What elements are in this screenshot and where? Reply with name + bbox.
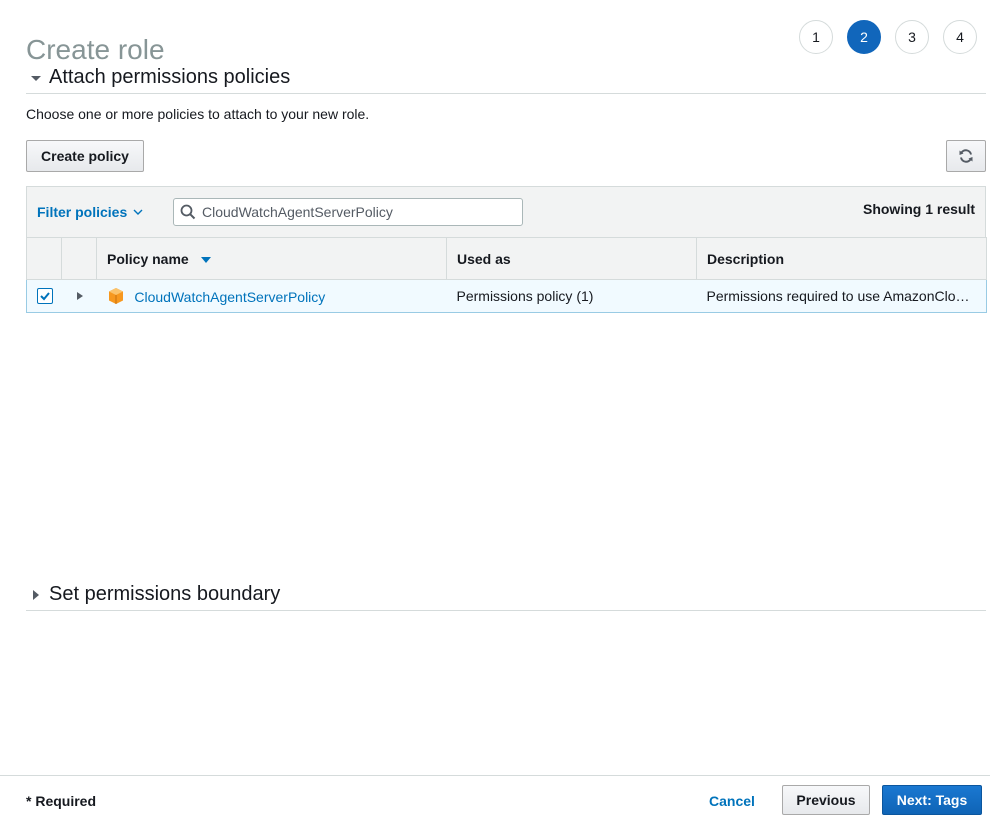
permissions-boundary-title: Set permissions boundary (49, 583, 281, 605)
filter-policies-label: Filter policies (37, 204, 128, 220)
table-header-row: Policy name Used as Description (26, 237, 987, 280)
used-as-column-header[interactable]: Used as (446, 237, 697, 280)
create-policy-button[interactable]: Create policy (26, 140, 144, 172)
refresh-button[interactable] (946, 140, 986, 172)
row-select-cell (26, 279, 62, 313)
policy-name-cell: CloudWatchAgentServerPolicy (96, 279, 447, 313)
attach-policies-title: Attach permissions policies (49, 66, 291, 88)
used-as-cell: Permissions policy (1) (446, 279, 697, 313)
description-column-header[interactable]: Description (696, 237, 987, 280)
step-3[interactable]: 3 (895, 20, 929, 54)
refresh-icon (959, 149, 973, 163)
caret-down-icon (31, 75, 41, 81)
cancel-link[interactable]: Cancel (709, 793, 755, 809)
policy-name-column-header[interactable]: Policy name (96, 237, 447, 280)
caret-right-icon[interactable] (76, 291, 84, 301)
wizard-steps: 1 2 3 4 (799, 20, 977, 54)
policy-search-input[interactable] (200, 203, 522, 221)
result-count: Showing 1 result (862, 201, 975, 217)
policy-search-box[interactable] (173, 198, 523, 226)
caret-right-icon (33, 589, 39, 600)
sort-descending-icon (200, 256, 211, 263)
required-note: * Required (26, 793, 97, 809)
checkmark-icon (40, 291, 50, 300)
attach-policies-intro: Choose one or more policies to attach to… (26, 106, 370, 122)
policies-grid: Policy name Used as Description CloudWat… (26, 237, 987, 313)
step-1[interactable]: 1 (799, 20, 833, 54)
row-expand-cell (61, 279, 97, 313)
wizard-footer: * Required Cancel Previous Next: Tags (0, 775, 990, 822)
previous-button[interactable]: Previous (782, 785, 870, 815)
filter-policies-dropdown[interactable]: Filter policies (37, 204, 143, 220)
policy-name-link[interactable]: CloudWatchAgentServerPolicy (134, 289, 325, 305)
chevron-down-icon (133, 209, 143, 215)
filter-bar: Filter policies Showing 1 result (26, 186, 986, 237)
step-4[interactable]: 4 (943, 20, 977, 54)
attach-policies-section-header[interactable]: Attach permissions policies (26, 66, 986, 94)
policies-table: Filter policies Showing 1 result Policy … (26, 186, 987, 313)
step-2[interactable]: 2 (847, 20, 881, 54)
aws-managed-policy-icon (108, 288, 123, 304)
next-tags-button[interactable]: Next: Tags (882, 785, 982, 815)
page-title: Create role (26, 33, 165, 65)
row-checkbox[interactable] (37, 287, 53, 304)
description-cell: Permissions required to use AmazonCloudW… (696, 279, 987, 313)
expand-column-header (61, 237, 97, 280)
permissions-boundary-section-header[interactable]: Set permissions boundary (26, 583, 986, 611)
policy-name-header-label: Policy name (107, 250, 189, 267)
select-column-header (26, 237, 62, 280)
search-icon (180, 204, 196, 220)
table-row[interactable]: CloudWatchAgentServerPolicy Permissions … (26, 279, 987, 313)
